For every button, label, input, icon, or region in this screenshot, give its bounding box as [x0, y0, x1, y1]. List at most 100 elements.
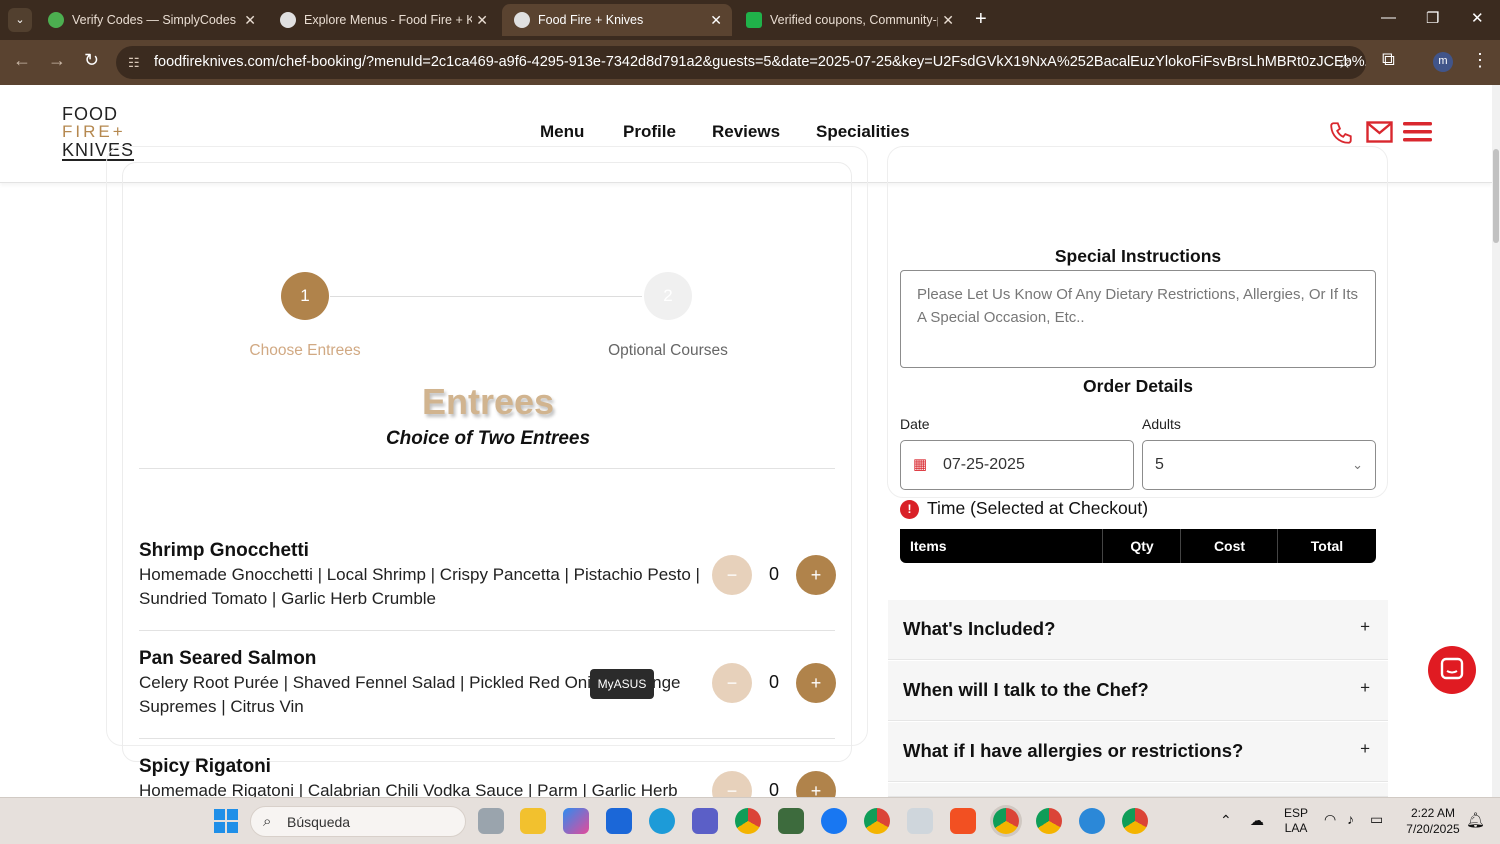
- facebook-icon[interactable]: [821, 808, 847, 834]
- faq-question: What if I have allergies or restrictions…: [903, 740, 1244, 761]
- search-label: Búsqueda: [287, 814, 351, 830]
- edge-icon[interactable]: [649, 808, 675, 834]
- app-icon[interactable]: [778, 808, 804, 834]
- clock-date: 7/20/2025: [1406, 822, 1460, 836]
- expand-plus-icon[interactable]: +: [1360, 722, 1370, 776]
- nav-reviews[interactable]: Reviews: [712, 122, 780, 142]
- info-icon: !: [900, 500, 919, 519]
- faq-item[interactable]: When will I talk to the Chef? +: [888, 661, 1388, 721]
- volume-icon[interactable]: ♪: [1347, 811, 1354, 827]
- faq-item[interactable]: [888, 783, 1388, 797]
- chat-launcher-button[interactable]: [1428, 646, 1476, 694]
- address-bar[interactable]: ☷ foodfireknives.com/chef-booking/?menuI…: [116, 46, 1366, 79]
- profile-avatar[interactable]: m: [1433, 52, 1453, 72]
- adults-select[interactable]: 5 ⌄: [1142, 440, 1376, 490]
- step-1-circle[interactable]: 1: [281, 272, 329, 320]
- copilot-icon[interactable]: [563, 808, 589, 834]
- nav-menu[interactable]: Menu: [540, 122, 584, 142]
- chrome-active-icon[interactable]: [993, 808, 1019, 834]
- browser-tab[interactable]: Verify Codes — SimplyCodes ✕: [36, 4, 266, 36]
- close-tab-icon[interactable]: ✕: [710, 4, 722, 36]
- entrees-title: Entrees: [421, 381, 555, 422]
- url-text: foodfireknives.com/chef-booking/?menuId=…: [154, 54, 1366, 70]
- cloud-icon[interactable]: ☁: [1250, 812, 1264, 829]
- battery-icon[interactable]: ▭: [1370, 811, 1383, 828]
- myasus-icon[interactable]: [606, 808, 632, 834]
- windows-start-icon[interactable]: [214, 809, 238, 833]
- browser-tab-strip: ⌄ Verify Codes — SimplyCodes ✕ Explore M…: [0, 0, 1500, 40]
- expand-plus-icon[interactable]: +: [1360, 661, 1370, 715]
- faq-item[interactable]: What if I have allergies or restrictions…: [888, 722, 1388, 782]
- decrease-qty-button[interactable]: −: [712, 555, 752, 595]
- tooltip: MyASUS: [590, 669, 654, 699]
- page-scrollbar[interactable]: [1492, 85, 1500, 797]
- close-tab-icon[interactable]: ✕: [472, 4, 488, 36]
- file-explorer-icon[interactable]: [520, 808, 546, 834]
- scrollbar-thumb[interactable]: [1493, 149, 1499, 243]
- browser-tab[interactable]: Verified coupons, Community-p ✕: [734, 4, 964, 36]
- back-icon[interactable]: ←: [13, 50, 31, 71]
- minimize-icon[interactable]: —: [1381, 9, 1396, 26]
- entrees-subtitle: Choice of Two Entrees: [385, 428, 591, 449]
- decrease-qty-button[interactable]: −: [712, 663, 752, 703]
- dish-name: Pan Seared Salmon: [139, 648, 317, 669]
- tab-title: Verified coupons, Community-p: [770, 13, 944, 27]
- phone-icon[interactable]: [1328, 120, 1354, 146]
- new-tab-icon[interactable]: +: [975, 8, 987, 30]
- tab-title: Explore Menus - Food Fire + Kn: [304, 13, 482, 27]
- notification-bell-icon[interactable]: 🔔︎: [1466, 811, 1485, 829]
- browser-app-icon[interactable]: [1079, 808, 1105, 834]
- taskbar-search[interactable]: ⌕ Búsqueda: [250, 806, 466, 837]
- increase-qty-button[interactable]: +: [796, 663, 836, 703]
- mail-icon[interactable]: [1366, 121, 1393, 143]
- restore-icon[interactable]: ❐: [1426, 9, 1439, 27]
- chrome-profile-icon[interactable]: [864, 808, 890, 834]
- divider: [139, 738, 835, 739]
- close-window-icon[interactable]: ✕: [1471, 9, 1484, 27]
- faq-item[interactable]: What's Included? +: [888, 600, 1388, 660]
- chrome-icon[interactable]: [735, 808, 761, 834]
- checkmark-app-icon[interactable]: [907, 808, 933, 834]
- extensions-icon[interactable]: ⧉: [1382, 49, 1395, 70]
- task-view-icon[interactable]: [478, 808, 504, 834]
- close-tab-icon[interactable]: ✕: [244, 4, 256, 36]
- nav-profile[interactable]: Profile: [623, 122, 676, 142]
- chrome-profile-icon[interactable]: [1036, 808, 1062, 834]
- col-cost: Cost: [1213, 538, 1246, 554]
- bookmark-star-icon[interactable]: ☆: [1337, 46, 1352, 79]
- chevron-up-icon[interactable]: ⌃: [1220, 812, 1232, 829]
- time-note: Time (Selected at Checkout): [927, 498, 1149, 518]
- divider: [139, 468, 835, 469]
- order-table-header: Items Qty Cost Total: [900, 529, 1376, 563]
- date-input[interactable]: ▦ 07-25-2025: [900, 440, 1134, 490]
- dish-name: Shrimp Gnocchetti: [139, 540, 309, 561]
- increase-qty-button[interactable]: +: [796, 555, 836, 595]
- lang-text: ESP: [1283, 806, 1308, 820]
- chat-icon: [1440, 657, 1464, 680]
- hamburger-menu-icon[interactable]: [1403, 122, 1432, 142]
- step-2-label: Optional Courses: [608, 342, 728, 359]
- chrome-profile-icon[interactable]: [1122, 808, 1148, 834]
- language-indicator[interactable]: ESP LAA: [1280, 806, 1312, 836]
- teams-icon[interactable]: [692, 808, 718, 834]
- menu-kebab-icon[interactable]: ⋮: [1471, 50, 1489, 71]
- reload-icon[interactable]: ↻: [84, 50, 99, 71]
- special-instructions-textarea[interactable]: Please Let Us Know Of Any Dietary Restri…: [900, 270, 1376, 368]
- date-value: 07-25-2025: [943, 456, 1025, 473]
- coupon-favicon-icon: [746, 12, 762, 28]
- browser-tab[interactable]: Explore Menus - Food Fire + Kn ✕: [268, 4, 498, 36]
- close-tab-icon[interactable]: ✕: [938, 4, 954, 36]
- expand-plus-icon[interactable]: +: [1360, 600, 1370, 654]
- wifi-icon[interactable]: ◠: [1324, 811, 1336, 828]
- nav-specialities[interactable]: Specialities: [816, 122, 910, 142]
- col-items: Items: [910, 538, 947, 554]
- step-2-circle[interactable]: 2: [644, 272, 692, 320]
- clock[interactable]: 2:22 AM 7/20/2025: [1400, 805, 1466, 837]
- site-info-icon[interactable]: ☷: [128, 46, 140, 79]
- tab-search-dropdown-icon[interactable]: ⌄: [8, 8, 32, 32]
- forward-icon[interactable]: →: [48, 50, 66, 71]
- stepper-line: [330, 296, 642, 297]
- date-label: Date: [900, 416, 930, 432]
- browser-tab-active[interactable]: Food Fire + Knives ✕: [502, 4, 732, 36]
- store-icon[interactable]: [950, 808, 976, 834]
